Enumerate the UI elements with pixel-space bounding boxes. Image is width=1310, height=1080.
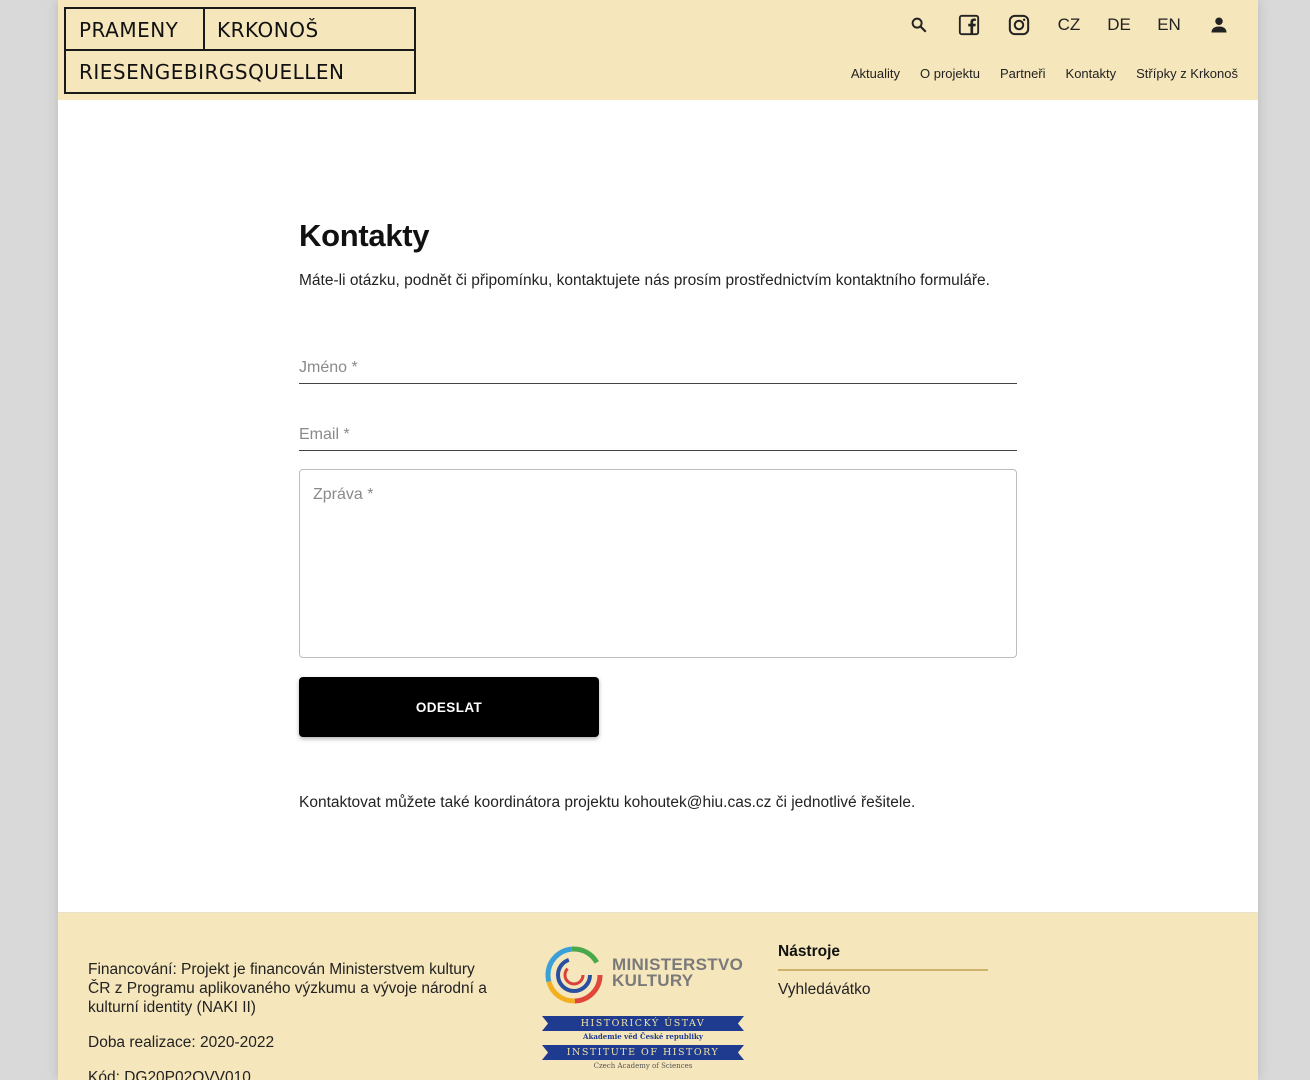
footer-tools: Nástroje Vyhledávátko bbox=[778, 943, 988, 999]
nav-stripky-z-krkonos[interactable]: Střípky z Krkonoš bbox=[1136, 66, 1238, 81]
page: PRAMENY KRKONOŠ RIESENGEBIRGSQUELLEN CZ … bbox=[58, 0, 1258, 1080]
nav-aktuality[interactable]: Aktuality bbox=[851, 66, 900, 81]
site-logo[interactable]: PRAMENY KRKONOŠ RIESENGEBIRGSQUELLEN bbox=[64, 7, 416, 94]
tools-heading: Nástroje bbox=[778, 943, 988, 971]
language-cz[interactable]: CZ bbox=[1044, 12, 1094, 38]
instagram-icon[interactable] bbox=[994, 12, 1044, 38]
ministry-emblem-icon bbox=[545, 946, 603, 1004]
facebook-icon[interactable] bbox=[944, 12, 994, 38]
period-text: Doba realizace: 2020-2022 bbox=[88, 1034, 275, 1051]
submit-button[interactable]: ODESLAT bbox=[299, 677, 599, 737]
email-field-wrapper bbox=[299, 421, 1017, 451]
language-de[interactable]: DE bbox=[1094, 12, 1144, 38]
institute-logo-czech: HISTORICKÝ ÚSTAV bbox=[542, 1016, 744, 1031]
ministry-logo[interactable]: MINISTERSTVO KULTURY bbox=[544, 945, 743, 1005]
financing-text: Financování: Projekt je financován Minis… bbox=[88, 961, 487, 1016]
tools-link-vyhledavatko[interactable]: Vyhledávátko bbox=[778, 981, 988, 999]
nav-kontakty[interactable]: Kontakty bbox=[1066, 66, 1117, 81]
institute-logo-english: INSTITUTE OF HISTORY bbox=[542, 1045, 744, 1060]
message-field-wrapper bbox=[299, 469, 1017, 658]
top-toolbar: CZ DE EN bbox=[894, 12, 1244, 38]
logo-word-krkonos: KRKONOŠ bbox=[205, 9, 414, 51]
institute-logo-academy-en: Czech Academy of Sciences bbox=[593, 1062, 693, 1070]
contact-section: Kontakty Máte-li otázku, podnět či připo… bbox=[299, 218, 1017, 811]
nav-o-projektu[interactable]: O projektu bbox=[920, 66, 980, 81]
ministry-logo-text: MINISTERSTVO KULTURY bbox=[612, 955, 744, 990]
email-field[interactable] bbox=[299, 421, 1017, 449]
name-field-wrapper bbox=[299, 354, 1017, 384]
logo-word-riesengebirgsquellen: RIESENGEBIRGSQUELLEN bbox=[79, 60, 345, 84]
search-icon[interactable] bbox=[894, 12, 944, 38]
name-field[interactable] bbox=[299, 354, 1017, 382]
main-nav: Aktuality O projektu Partneři Kontakty S… bbox=[831, 66, 1238, 81]
footer-info: Financování: Projekt je financován Minis… bbox=[88, 960, 498, 1080]
institute-of-history-logo[interactable]: HISTORICKÝ ÚSTAV Akademie věd České repu… bbox=[542, 1016, 744, 1072]
site-footer: Financování: Projekt je financován Minis… bbox=[58, 912, 1258, 1080]
person-icon[interactable] bbox=[1194, 12, 1244, 38]
code-text: Kód: DG20P02OVV010 bbox=[88, 1069, 251, 1080]
logo-word-prameny: PRAMENY bbox=[66, 9, 205, 51]
nav-partneri[interactable]: Partneři bbox=[1000, 66, 1046, 81]
message-field[interactable] bbox=[300, 470, 1016, 657]
institute-logo-academy: Akademie věd České republiky bbox=[583, 1032, 703, 1041]
site-header: PRAMENY KRKONOŠ RIESENGEBIRGSQUELLEN CZ … bbox=[58, 0, 1258, 100]
coordinator-note: Kontaktovat můžete také koordinátora pro… bbox=[299, 794, 916, 811]
page-title: Kontakty bbox=[299, 218, 430, 253]
intro-text: Máte-li otázku, podnět či připomínku, ko… bbox=[299, 272, 990, 289]
language-en[interactable]: EN bbox=[1144, 12, 1194, 38]
